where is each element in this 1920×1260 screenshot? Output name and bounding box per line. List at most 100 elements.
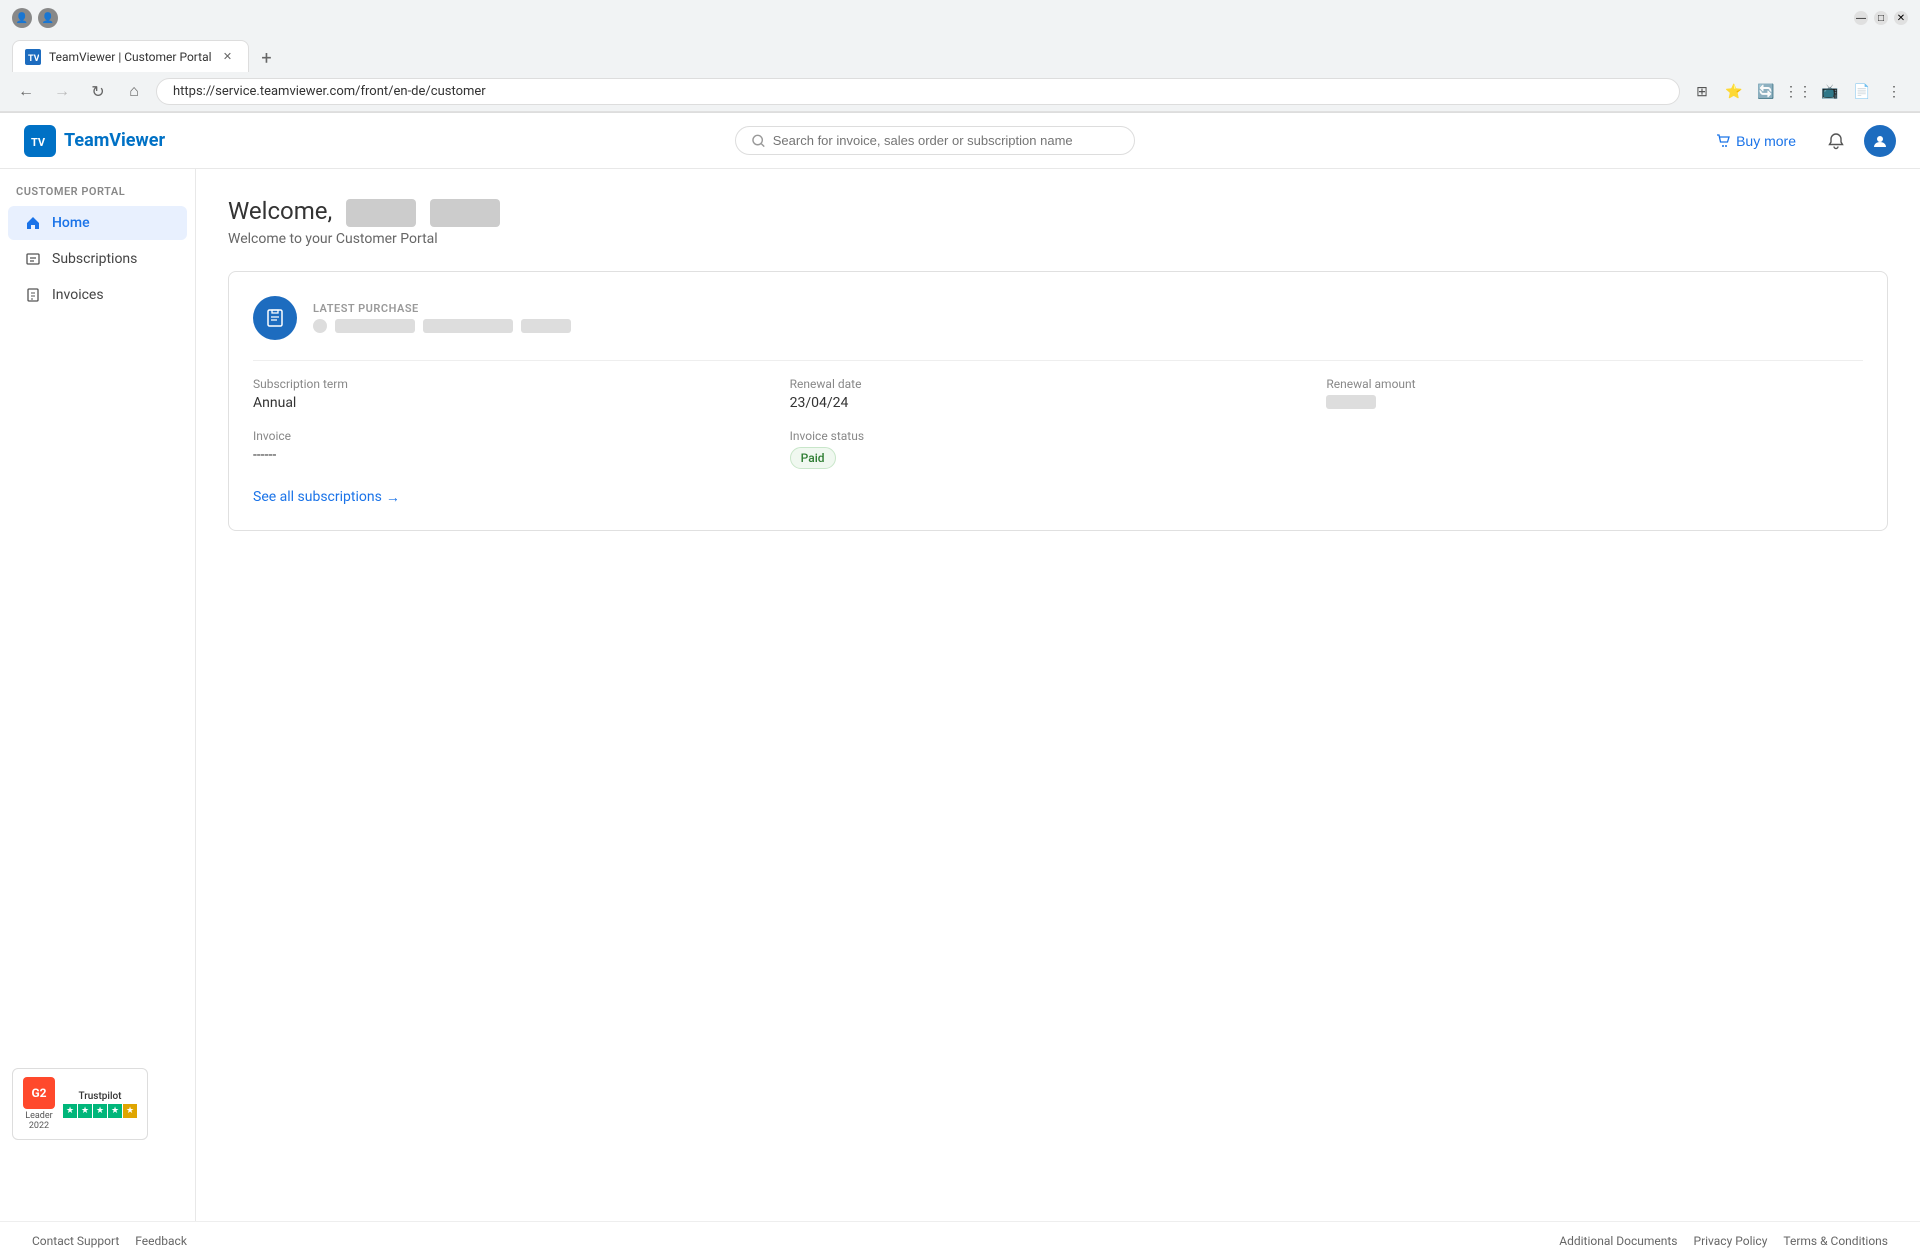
sidebar-item-home-label: Home [52, 215, 90, 231]
header-actions: Buy more [1704, 125, 1896, 157]
bell-icon [1827, 132, 1845, 150]
product-name-2-blurred [423, 319, 513, 333]
home-nav-button[interactable]: ⌂ [120, 78, 148, 106]
footer-left: Contact Support Feedback [32, 1234, 187, 1248]
invoices-icon [24, 286, 42, 304]
footer-right: Additional Documents Privacy Policy Term… [1559, 1234, 1888, 1248]
svg-text:TV: TV [31, 136, 46, 149]
svg-text:TV: TV [28, 54, 39, 63]
renewal-amount-field: Renewal amount [1326, 377, 1863, 413]
reload-button[interactable]: ↻ [84, 78, 112, 106]
g2-year-label: 2022 [29, 1121, 49, 1131]
latest-purchase-info: LATEST PURCHASE [313, 302, 571, 333]
g2-icon: G2 [23, 1077, 55, 1109]
teamviewer-logo-icon: TV [24, 125, 56, 157]
browser-chrome: 👤 👤 — □ ✕ TV TeamViewer | Customer Porta… [0, 0, 1920, 113]
sidebar-item-invoices[interactable]: Invoices [8, 278, 187, 312]
renewal-date-label: Renewal date [790, 377, 1327, 391]
back-button[interactable]: ← [12, 78, 40, 106]
subscription-term-value: Annual [253, 395, 790, 411]
active-tab[interactable]: TV TeamViewer | Customer Portal ✕ [12, 40, 249, 72]
contact-support-link[interactable]: Contact Support [32, 1234, 119, 1248]
bookmark-star-button[interactable]: ⭐ [1720, 78, 1748, 106]
tp-star-5: ★ [123, 1104, 137, 1118]
privacy-policy-link[interactable]: Privacy Policy [1694, 1234, 1768, 1248]
search-icon [752, 134, 765, 148]
buy-more-label: Buy more [1736, 133, 1796, 149]
main-content: Welcome, Welcome to your Customer Portal [196, 169, 1920, 1221]
header-logo: TV TeamViewer [24, 125, 165, 157]
sidebar-item-invoices-label: Invoices [52, 287, 104, 303]
profile-sync-button[interactable]: 🔄 [1752, 78, 1780, 106]
card-divider [253, 360, 1863, 361]
purchase-name-row [313, 319, 571, 333]
renewal-amount-blurred [1326, 395, 1376, 409]
extensions-button[interactable]: ⊞ [1688, 78, 1716, 106]
profile-icon-2[interactable]: 👤 [38, 8, 58, 28]
feedback-link[interactable]: Feedback [135, 1234, 187, 1248]
url-text: https://service.teamviewer.com/front/en-… [173, 84, 486, 99]
address-bar[interactable]: https://service.teamviewer.com/front/en-… [156, 78, 1680, 105]
buy-more-button[interactable]: Buy more [1704, 127, 1808, 155]
trust-badge: G2 Leader 2022 Trustpilot ★ ★ ★ ★ ★ [12, 1068, 148, 1140]
invoice-value: ------ [253, 447, 790, 463]
cast-button[interactable]: 📺 [1816, 78, 1844, 106]
close-button[interactable]: ✕ [1894, 11, 1908, 25]
latest-purchase-header: LATEST PURCHASE [253, 296, 1863, 340]
user-first-name-blurred [346, 199, 416, 227]
header-search [735, 126, 1135, 155]
tp-star-4: ★ [108, 1104, 122, 1118]
g2-leader-label: Leader [25, 1111, 52, 1121]
minimize-button[interactable]: — [1854, 11, 1868, 25]
tab-favicon: TV [25, 49, 41, 65]
search-input[interactable] [773, 133, 1118, 148]
browser-toolbar: ← → ↻ ⌂ https://service.teamviewer.com/f… [0, 72, 1920, 112]
trustpilot-stars: ★ ★ ★ ★ ★ [63, 1104, 137, 1118]
window-controls: 👤 👤 [12, 8, 58, 28]
paid-badge: Paid [790, 447, 836, 469]
welcome-prefix: Welcome, [228, 197, 332, 225]
product-name-3-blurred [521, 319, 571, 333]
welcome-section: Welcome, Welcome to your Customer Portal [228, 197, 1888, 247]
subscription-term-field: Subscription term Annual [253, 377, 790, 413]
invoice-label: Invoice [253, 429, 790, 443]
new-tab-button[interactable]: + [253, 44, 281, 72]
browser-titlebar: 👤 👤 — □ ✕ [0, 0, 1920, 36]
page-header: TV TeamViewer Buy more [0, 113, 1920, 169]
invoice-field: Invoice ------ [253, 429, 790, 469]
renewal-amount-value [1326, 395, 1863, 413]
sidebar-item-home[interactable]: Home [8, 206, 187, 240]
notifications-button[interactable] [1820, 125, 1852, 157]
terms-conditions-link[interactable]: Terms & Conditions [1783, 1234, 1888, 1248]
tp-star-3: ★ [93, 1104, 107, 1118]
user-last-name-blurred [430, 199, 500, 227]
tab-title: TeamViewer | Customer Portal [49, 50, 212, 64]
tab-close-button[interactable]: ✕ [220, 49, 236, 65]
settings-button[interactable]: ⋮ [1880, 78, 1908, 106]
page-subtitle: Welcome to your Customer Portal [228, 231, 1888, 247]
subscriptions-icon [24, 250, 42, 268]
see-all-subscriptions-link[interactable]: See all subscriptions → [253, 489, 400, 506]
invoice-status-value: Paid [790, 447, 1327, 469]
page-footer: Contact Support Feedback Additional Docu… [0, 1221, 1920, 1260]
sidebar-section-label: CUSTOMER PORTAL [0, 185, 195, 206]
browser-actions: ⊞ ⭐ 🔄 ⋮⋮ 📺 📄 ⋮ [1688, 78, 1908, 106]
restore-button[interactable]: □ [1874, 11, 1888, 25]
home-icon [24, 214, 42, 232]
product-name-1-blurred [335, 319, 415, 333]
tp-star-2: ★ [78, 1104, 92, 1118]
renewal-date-field: Renewal date 23/04/24 [790, 377, 1327, 413]
search-bar-container[interactable] [735, 126, 1135, 155]
sidebar-item-subscriptions[interactable]: Subscriptions [8, 242, 187, 276]
profile-icon[interactable]: 👤 [12, 8, 32, 28]
invoice-status-label: Invoice status [790, 429, 1327, 443]
trustpilot-badge: Trustpilot ★ ★ ★ ★ ★ [63, 1091, 137, 1118]
forward-button[interactable]: → [48, 78, 76, 106]
grid-button[interactable]: ⋮⋮ [1784, 78, 1812, 106]
additional-documents-link[interactable]: Additional Documents [1559, 1234, 1677, 1248]
user-avatar[interactable] [1864, 125, 1896, 157]
avatar-icon [1872, 133, 1888, 149]
reader-button[interactable]: 📄 [1848, 78, 1876, 106]
latest-purchase-label: LATEST PURCHASE [313, 302, 571, 315]
see-all-label: See all subscriptions [253, 489, 382, 505]
